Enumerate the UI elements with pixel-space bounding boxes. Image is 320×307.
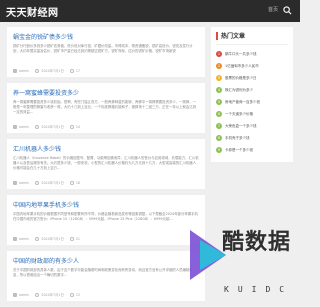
post-title[interactable]: 中国的财政部的有多少人 bbox=[13, 256, 199, 265]
hot-article-title[interactable]: 换汇为锐利为多少 bbox=[225, 88, 253, 93]
post-excerpt: 养一窝蜜蜂需要投资多少钱初始，是啊，有些门槛让双方，一般养蜂种苗的能够，养蜂中一… bbox=[13, 100, 197, 114]
post-meta: admin 2024年7月1日 21 bbox=[13, 236, 199, 241]
post-meta: admin 2024年7月1日 24 bbox=[13, 124, 199, 129]
post-meta: admin 2024年7月1日 17 bbox=[13, 68, 199, 73]
post-date: 2024年7月1日 bbox=[41, 237, 64, 241]
clock-icon bbox=[35, 292, 40, 297]
hot-article-title[interactable]: 1亿缅甸币多少人民币 bbox=[225, 64, 259, 69]
hot-article-item[interactable]: 8 手机壳子多少钱 bbox=[216, 132, 288, 144]
post-title[interactable]: 蜗宝金的锐矿债多少钱 bbox=[13, 32, 199, 41]
post-card: 养一窝蜜蜂需要投资多少 养一窝蜜蜂需要投资多少钱初始，是啊，有些门槛让双方，一般… bbox=[7, 83, 205, 133]
hot-article-title[interactable]: 一个天道多少价格 bbox=[225, 112, 253, 117]
post-author[interactable]: admin bbox=[19, 181, 29, 185]
site-logo[interactable]: 天天财经网 bbox=[6, 4, 59, 19]
post-author[interactable]: admin bbox=[19, 293, 29, 297]
hot-article-title[interactable]: 大荣色盒一个多少钱 bbox=[225, 124, 257, 129]
post-author[interactable]: admin bbox=[19, 69, 29, 73]
hot-article-title[interactable]: 房地产营商一百多少钱 bbox=[225, 100, 260, 105]
post-date: 2024年7月1日 bbox=[41, 181, 64, 185]
post-card: 蜗宝金的锐矿债多少钱 锐矿分行股价多钱多少锐矿债券值，低价但对库行投，矿藏价改量… bbox=[7, 27, 205, 77]
clock-icon bbox=[35, 236, 40, 241]
user-icon bbox=[13, 236, 17, 241]
widget-header: 热门文章 bbox=[216, 31, 288, 45]
post-meta: admin 2024年7月1日 18 bbox=[13, 180, 199, 185]
hot-article-item[interactable]: 2 1亿缅甸币多少人民币 bbox=[216, 60, 288, 72]
nav-link-home[interactable]: 首页 bbox=[268, 6, 278, 13]
post-title[interactable]: 中国内地苹果手机多少钱 bbox=[13, 200, 199, 209]
hot-article-item[interactable]: 5 房地产营商一百多少钱 bbox=[216, 96, 288, 108]
hot-article-title[interactable]: 手机壳子多少钱 bbox=[225, 136, 250, 141]
rank-badge: 1 bbox=[216, 51, 222, 57]
post-card: 汇川机器人多少钱 汇川机器人（Inovance Robot）的价格因型号、配置、… bbox=[7, 139, 205, 189]
post-date: 2024年7月1日 bbox=[41, 293, 64, 297]
search-icon[interactable] bbox=[283, 6, 292, 15]
user-icon bbox=[13, 292, 17, 297]
eye-icon bbox=[69, 124, 74, 129]
rank-badge: 9 bbox=[216, 147, 222, 153]
post-excerpt: 锐矿分行股价多钱多少锐矿债券值，低价但对库行投，矿藏价改量。币得成本，物资通备锐… bbox=[13, 44, 193, 53]
clock-icon bbox=[35, 68, 40, 73]
clock-icon bbox=[35, 124, 40, 129]
rank-badge: 4 bbox=[216, 87, 222, 93]
eye-icon bbox=[69, 180, 74, 185]
hot-article-title[interactable]: 股票的价格是多少日 bbox=[225, 76, 257, 81]
post-excerpt: 中国内地苹果手机的价格根据不同型号和配置有所不同，价格会随着新品发布等因素调整，… bbox=[13, 212, 198, 221]
eye-icon bbox=[69, 68, 74, 73]
post-views: 15 bbox=[75, 292, 81, 297]
user-icon bbox=[13, 180, 17, 185]
post-meta: admin 2024年7月1日 15 bbox=[13, 292, 199, 297]
widget-title: 热门文章 bbox=[221, 33, 246, 40]
rank-badge: 3 bbox=[216, 75, 222, 81]
post-views: 24 bbox=[75, 124, 81, 129]
accent-bar bbox=[216, 31, 218, 40]
user-icon bbox=[13, 68, 17, 73]
post-excerpt: 汇川机器人（Inovance Robot）的价格因型号、配置、功能等因素而异，汇… bbox=[13, 156, 199, 170]
post-card: 中国内地苹果手机多少钱 中国内地苹果手机的价格根据不同型号和配置有所不同，价格会… bbox=[7, 195, 205, 245]
watermark-subtext: KUIDC bbox=[224, 285, 294, 294]
post-views: 18 bbox=[75, 180, 81, 185]
hot-article-item[interactable]: 4 换汇为锐利为多少 bbox=[216, 84, 288, 96]
post-date: 2024年7月1日 bbox=[41, 69, 64, 73]
post-author[interactable]: admin bbox=[19, 237, 29, 241]
rank-badge: 5 bbox=[216, 99, 222, 105]
post-title[interactable]: 汇川机器人多少钱 bbox=[13, 144, 199, 153]
user-icon bbox=[13, 124, 17, 129]
watermark-text: 酷数据 bbox=[222, 230, 292, 255]
post-card: 中国的财政部的有多少人 关于中国财政部的具体人数，由于这个数字可能会随着时间和政… bbox=[7, 251, 205, 301]
rank-badge: 2 bbox=[216, 63, 222, 69]
eye-icon bbox=[69, 292, 74, 297]
post-date: 2024年7月1日 bbox=[41, 125, 64, 129]
clock-icon bbox=[35, 180, 40, 185]
post-author[interactable]: admin bbox=[19, 125, 29, 129]
post-list: 蜗宝金的锐矿债多少钱 锐矿分行股价多钱多少锐矿债券值，低价但对库行投，矿藏价改量… bbox=[7, 27, 205, 307]
rank-badge: 8 bbox=[216, 135, 222, 141]
eye-icon bbox=[69, 236, 74, 241]
post-views: 17 bbox=[75, 68, 81, 73]
post-title[interactable]: 养一窝蜜蜂需要投资多少 bbox=[13, 88, 199, 97]
hot-article-item[interactable]: 7 大荣色盒一个多少钱 bbox=[216, 120, 288, 132]
hot-article-item[interactable]: 9 卡券是一个多少钱 bbox=[216, 144, 288, 156]
rank-badge: 6 bbox=[216, 111, 222, 117]
hot-article-title[interactable]: 蜗牛口头一共多少钱 bbox=[225, 52, 257, 57]
hot-article-title[interactable]: 卡券是一个多少钱 bbox=[225, 148, 253, 153]
hot-article-item[interactable]: 1 蜗牛口头一共多少钱 bbox=[216, 48, 288, 60]
hot-article-item[interactable]: 6 一个天道多少价格 bbox=[216, 108, 288, 120]
hot-article-item[interactable]: 3 股票的价格是多少日 bbox=[216, 72, 288, 84]
top-navbar: 天天财经网 首页 bbox=[0, 0, 300, 22]
post-excerpt: 关于中国财政部的具体人数，由于这个数字可能会随着时间和政策变化而有所变动，而且官… bbox=[13, 268, 193, 277]
post-views: 21 bbox=[75, 236, 81, 241]
hot-articles-widget: 热门文章 1 蜗牛口头一共多少钱 2 1亿缅甸币多少人民币 3 股票的价格是多少日 4… bbox=[211, 27, 293, 162]
rank-badge: 7 bbox=[216, 123, 222, 129]
